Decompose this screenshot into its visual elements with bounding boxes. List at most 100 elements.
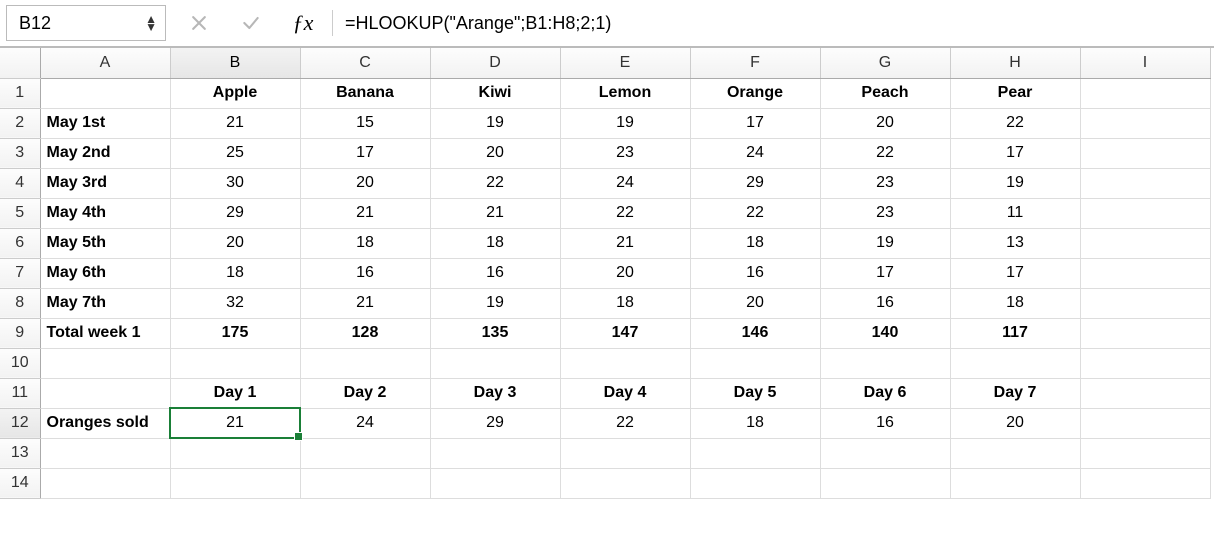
- cell[interactable]: 18: [560, 288, 690, 318]
- cell[interactable]: 20: [170, 228, 300, 258]
- cell[interactable]: 23: [820, 168, 950, 198]
- cell[interactable]: 175: [170, 318, 300, 348]
- row-header[interactable]: 7: [0, 258, 40, 288]
- cell[interactable]: [1080, 408, 1210, 438]
- cell[interactable]: [1080, 468, 1210, 498]
- cell[interactable]: 146: [690, 318, 820, 348]
- cell[interactable]: 29: [690, 168, 820, 198]
- cell[interactable]: [950, 438, 1080, 468]
- cell[interactable]: 22: [690, 198, 820, 228]
- column-header[interactable]: F: [690, 48, 820, 78]
- cell[interactable]: 135: [430, 318, 560, 348]
- cell[interactable]: May 7th: [40, 288, 170, 318]
- cell[interactable]: [170, 348, 300, 378]
- cell[interactable]: [560, 468, 690, 498]
- cell[interactable]: 20: [820, 108, 950, 138]
- cell[interactable]: May 2nd: [40, 138, 170, 168]
- row-header[interactable]: 8: [0, 288, 40, 318]
- cell[interactable]: Banana: [300, 78, 430, 108]
- cell[interactable]: 16: [430, 258, 560, 288]
- cell[interactable]: [560, 348, 690, 378]
- cell[interactable]: 11: [950, 198, 1080, 228]
- cell[interactable]: 21: [300, 198, 430, 228]
- cell[interactable]: Day 7: [950, 378, 1080, 408]
- cell[interactable]: 16: [820, 408, 950, 438]
- cell[interactable]: Total week 1: [40, 318, 170, 348]
- select-all-corner[interactable]: [0, 48, 40, 78]
- cell[interactable]: [40, 348, 170, 378]
- cell[interactable]: 20: [690, 288, 820, 318]
- cell[interactable]: 29: [430, 408, 560, 438]
- cell[interactable]: 21: [560, 228, 690, 258]
- cell[interactable]: 17: [690, 108, 820, 138]
- column-header[interactable]: A: [40, 48, 170, 78]
- cell[interactable]: 18: [690, 408, 820, 438]
- cell[interactable]: 24: [300, 408, 430, 438]
- cell[interactable]: 128: [300, 318, 430, 348]
- cell[interactable]: [430, 348, 560, 378]
- cell[interactable]: 20: [430, 138, 560, 168]
- cancel-button[interactable]: [180, 4, 218, 42]
- cell[interactable]: [820, 438, 950, 468]
- row-header[interactable]: 4: [0, 168, 40, 198]
- cell[interactable]: 20: [560, 258, 690, 288]
- cell[interactable]: [430, 468, 560, 498]
- cell[interactable]: Day 6: [820, 378, 950, 408]
- cell[interactable]: 147: [560, 318, 690, 348]
- cell[interactable]: 20: [300, 168, 430, 198]
- cell[interactable]: [950, 468, 1080, 498]
- cell[interactable]: 22: [820, 138, 950, 168]
- cell[interactable]: [1080, 378, 1210, 408]
- column-header[interactable]: G: [820, 48, 950, 78]
- column-header[interactable]: H: [950, 48, 1080, 78]
- cell[interactable]: 23: [820, 198, 950, 228]
- cell[interactable]: [300, 468, 430, 498]
- cell[interactable]: Day 1: [170, 378, 300, 408]
- spreadsheet-grid[interactable]: ABCDEFGHI 1AppleBananaKiwiLemonOrangePea…: [0, 48, 1211, 499]
- cell[interactable]: [1080, 198, 1210, 228]
- confirm-button[interactable]: [232, 4, 270, 42]
- column-header[interactable]: E: [560, 48, 690, 78]
- cell[interactable]: [40, 378, 170, 408]
- cell[interactable]: [820, 348, 950, 378]
- cell[interactable]: Pear: [950, 78, 1080, 108]
- formula-input[interactable]: [333, 5, 1208, 41]
- cell[interactable]: 18: [300, 228, 430, 258]
- cell[interactable]: [1080, 288, 1210, 318]
- cell[interactable]: [300, 438, 430, 468]
- cell[interactable]: Day 4: [560, 378, 690, 408]
- cell[interactable]: 21: [170, 108, 300, 138]
- cell[interactable]: [690, 348, 820, 378]
- cell[interactable]: [1080, 258, 1210, 288]
- row-header[interactable]: 6: [0, 228, 40, 258]
- cell[interactable]: May 1st: [40, 108, 170, 138]
- cell[interactable]: [170, 468, 300, 498]
- cell[interactable]: 13: [950, 228, 1080, 258]
- row-header[interactable]: 11: [0, 378, 40, 408]
- cell[interactable]: [170, 438, 300, 468]
- cell[interactable]: 19: [560, 108, 690, 138]
- cell[interactable]: 19: [950, 168, 1080, 198]
- cell[interactable]: 22: [950, 108, 1080, 138]
- cell[interactable]: May 5th: [40, 228, 170, 258]
- cell[interactable]: 140: [820, 318, 950, 348]
- cell[interactable]: Peach: [820, 78, 950, 108]
- cell[interactable]: [690, 468, 820, 498]
- name-box-stepper[interactable]: ▲ ▼: [145, 15, 157, 31]
- cell[interactable]: [820, 468, 950, 498]
- cell[interactable]: 29: [170, 198, 300, 228]
- row-header[interactable]: 2: [0, 108, 40, 138]
- cell[interactable]: 17: [300, 138, 430, 168]
- cell[interactable]: [40, 78, 170, 108]
- cell[interactable]: 15: [300, 108, 430, 138]
- cell[interactable]: 19: [430, 288, 560, 318]
- cell[interactable]: 25: [170, 138, 300, 168]
- cell[interactable]: [1080, 78, 1210, 108]
- cell[interactable]: 117: [950, 318, 1080, 348]
- row-header[interactable]: 9: [0, 318, 40, 348]
- cell[interactable]: 18: [690, 228, 820, 258]
- cell[interactable]: 22: [430, 168, 560, 198]
- row-header[interactable]: 14: [0, 468, 40, 498]
- cell[interactable]: 18: [430, 228, 560, 258]
- column-header[interactable]: B: [170, 48, 300, 78]
